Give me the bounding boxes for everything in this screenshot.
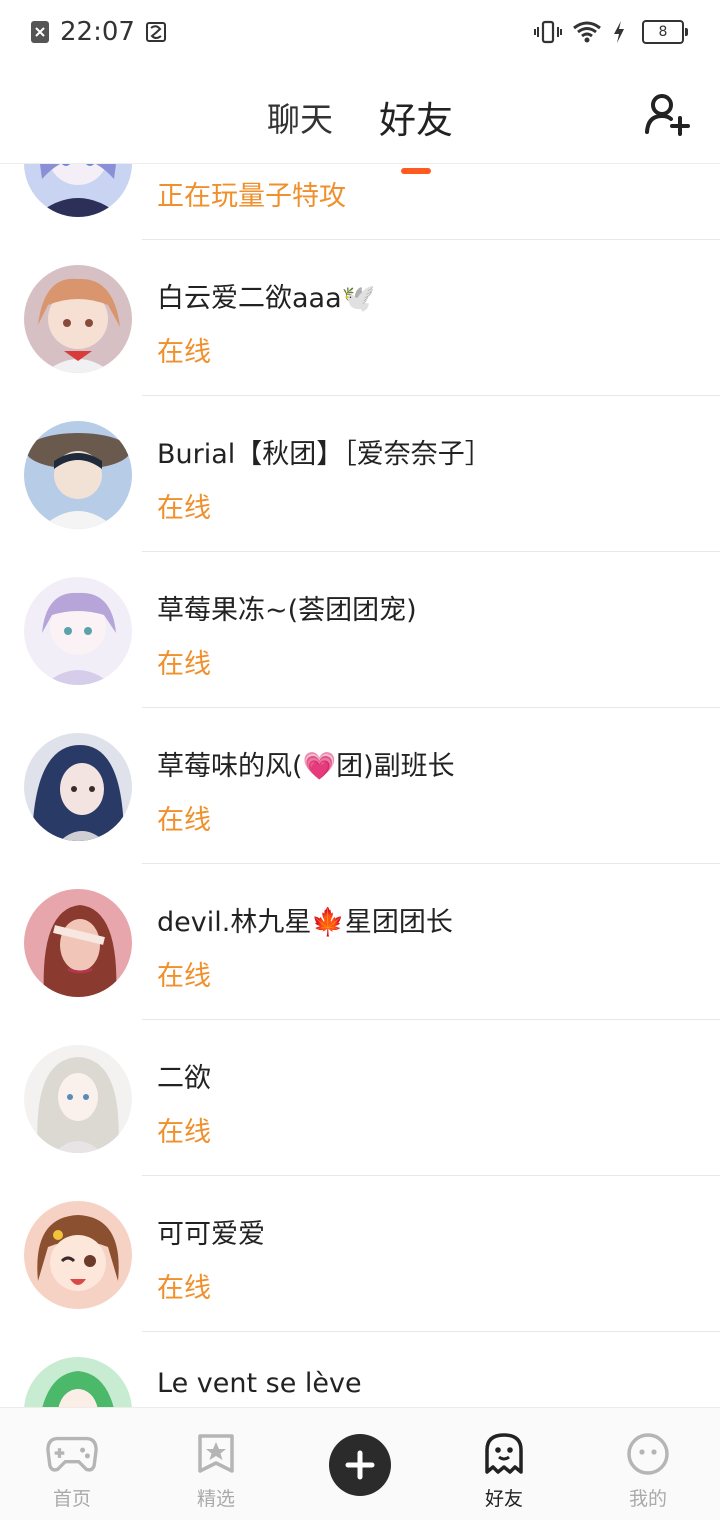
friend-name: 二欲 <box>157 1063 211 1094</box>
friend-status: 在线 <box>157 649 211 680</box>
friend-row[interactable]: Le vent se lève <box>0 1332 720 1407</box>
nav-me[interactable]: 我的 <box>576 1408 720 1520</box>
avatar[interactable] <box>24 1045 132 1153</box>
friend-row[interactable]: 白云爱二欲aaa🕊️ 在线 <box>0 240 720 396</box>
friend-name: 可可爱爱 <box>157 1219 265 1250</box>
add-friend-icon <box>645 94 690 136</box>
tab-chat[interactable]: 聊天 <box>267 87 333 141</box>
vibrate-icon <box>534 20 562 44</box>
create-button[interactable] <box>329 1434 391 1496</box>
friend-row[interactable]: Burial【秋团】［爱奈奈子］ 在线 <box>0 396 720 552</box>
friend-name: devil.林九星🍁星团团长 <box>157 907 453 938</box>
avatar[interactable] <box>24 889 132 997</box>
friend-status: 在线 <box>157 493 211 524</box>
nav-friends[interactable]: 好友 <box>432 1408 576 1520</box>
gamepad-icon <box>46 1432 98 1476</box>
avatar[interactable] <box>24 577 132 685</box>
nav-label: 好友 <box>478 1484 529 1513</box>
plus-icon <box>345 1450 375 1480</box>
nav-create[interactable] <box>288 1408 432 1520</box>
friend-row[interactable]: 可可爱爱 在线 <box>0 1176 720 1332</box>
friends-screen: 22:07 8 聊天 好友 正在玩量子特攻 白云爱二欲aaa🕊️ 在线 Buri… <box>0 0 720 1520</box>
avatar[interactable] <box>24 265 132 373</box>
friend-status: 在线 <box>157 961 211 992</box>
friend-name: 白云爱二欲aaa🕊️ <box>157 283 376 314</box>
friend-row[interactable]: 二欲 在线 <box>0 1020 720 1176</box>
friend-name: Le vent se lève <box>157 1368 362 1399</box>
friend-status: 正在玩量子特攻 <box>157 181 346 212</box>
friend-name: 草莓味的风(💗团)副班长 <box>157 751 455 782</box>
friend-name: 草莓果冻~(荟团团宠) <box>157 595 417 626</box>
notification-close-icon <box>30 20 50 44</box>
ghost-icon <box>478 1432 530 1476</box>
add-friend-button[interactable] <box>644 92 690 138</box>
avatar[interactable] <box>24 1201 132 1309</box>
nav-featured[interactable]: 精选 <box>144 1408 288 1520</box>
avatar[interactable] <box>24 1357 132 1407</box>
status-bar: 22:07 8 <box>0 0 720 64</box>
tab-friends-label: 好友 <box>379 99 453 142</box>
nav-label: 精选 <box>196 1488 235 1510</box>
avatar[interactable] <box>24 164 132 217</box>
friend-status: 在线 <box>157 337 211 368</box>
friend-row[interactable]: 草莓果冻~(荟团团宠) 在线 <box>0 552 720 708</box>
avatar[interactable] <box>24 421 132 529</box>
bottom-nav: 首页 精选 好友 我的 <box>0 1407 720 1520</box>
nav-home[interactable]: 首页 <box>0 1408 144 1520</box>
wifi-icon <box>572 20 602 44</box>
tab-friends[interactable]: 好友 <box>379 84 453 174</box>
friend-name: Burial【秋团】［爱奈奈子］ <box>157 439 492 470</box>
battery-indicator: 8 <box>642 20 688 44</box>
star-bookmark-icon <box>190 1432 242 1476</box>
nav-label: 我的 <box>628 1488 667 1510</box>
tab-bar: 聊天 好友 <box>0 64 720 174</box>
nav-label: 首页 <box>52 1488 91 1510</box>
friend-list: 正在玩量子特攻 白云爱二欲aaa🕊️ 在线 Burial【秋团】［爱奈奈子］ 在… <box>0 164 720 1407</box>
friend-row[interactable]: 正在玩量子特攻 <box>0 164 720 240</box>
avatar[interactable] <box>24 733 132 841</box>
friend-status: 在线 <box>157 1273 211 1304</box>
charging-icon <box>612 20 626 44</box>
friend-status: 在线 <box>157 1117 211 1148</box>
status-time: 22:07 <box>60 17 135 47</box>
friend-status: 在线 <box>157 805 211 836</box>
face-icon <box>622 1432 674 1476</box>
header: 聊天 好友 <box>0 64 720 174</box>
friend-row[interactable]: 草莓味的风(💗团)副班长 在线 <box>0 708 720 864</box>
nav-label-text: 好友 <box>484 1488 523 1510</box>
friend-row[interactable]: devil.林九星🍁星团团长 在线 <box>0 864 720 1020</box>
screenshot-icon <box>145 21 167 43</box>
